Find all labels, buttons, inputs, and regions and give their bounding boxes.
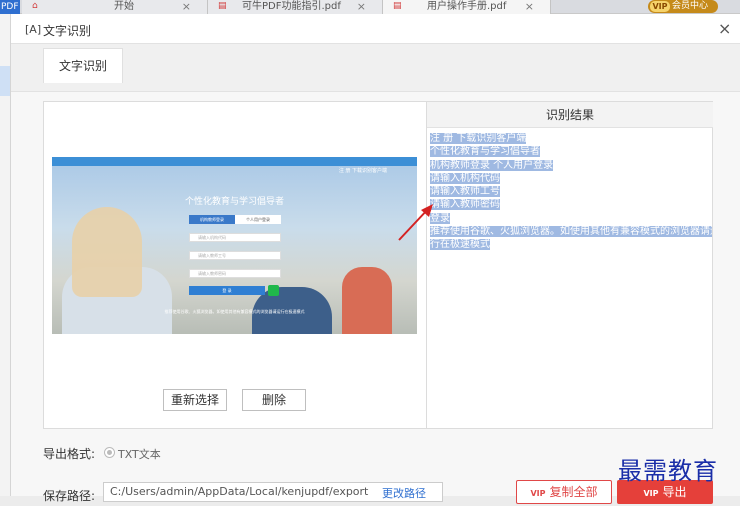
tab-guide-pdf[interactable]: ▤ 可牛PDF功能指引.pdf × <box>208 0 383 14</box>
export-format-value: TXT文本 <box>118 448 161 461</box>
close-icon[interactable]: × <box>525 0 534 13</box>
sidebar-selection <box>0 66 10 96</box>
result-line: 个性化教育与学习倡导者 <box>430 146 540 158</box>
preview-figure <box>72 207 142 297</box>
tab-manual-pdf[interactable]: ▤ 用户操作手册.pdf × <box>383 0 551 14</box>
result-line: 请输入机构代码 <box>430 172 500 184</box>
preview-top-bar <box>52 157 417 166</box>
result-line: 推荐使用谷歌、火狐浏览器。如使用其他有兼容模式的浏览器请运 <box>430 225 712 238</box>
preview-title: 个性化教育与学习倡导者 <box>184 197 284 207</box>
app-badge: PDF <box>0 0 20 14</box>
result-area: 识别结果 注 册 下载识别客户端 个性化教育与学习倡导者 机构教师登录 个人用户… <box>426 102 713 428</box>
export-format-label: 导出格式: <box>43 447 96 461</box>
preview-topnav: 注 册 下载识别客户端 <box>338 168 387 174</box>
copy-all-button[interactable]: VIP 复制全部 <box>516 480 612 504</box>
result-line: 请输入教师密码 <box>430 199 500 211</box>
preview-input-password: 请输入教师密码 <box>189 269 281 278</box>
vip-icon: VIP <box>530 489 546 498</box>
dialog-title-bar: [A] 文字识别 × <box>11 14 740 44</box>
annotation-arrow <box>398 204 433 241</box>
result-line: 请输入教师工号 <box>430 186 500 198</box>
dialog-title: 文字识别 <box>43 24 92 38</box>
close-icon[interactable]: × <box>718 19 731 38</box>
change-path-link[interactable]: 更改路径 <box>382 485 426 501</box>
dialog-tab-strip: 文字识别 <box>11 44 740 92</box>
preview-figure <box>342 267 392 334</box>
preview-login-form: 机构教师登录 个人用户登录 请输入机构代码 请输入教师工号 请输入教师密码 登 … <box>189 215 281 297</box>
delete-button[interactable]: 删除 <box>242 389 306 411</box>
vip-icon: VIP <box>650 1 670 12</box>
result-line: 机构教师登录 个人用户登录 <box>430 159 554 171</box>
image-preview-area: 注 册 下载识别客户端 个性化教育与学习倡导者 机构教师登录 个人用户登录 请输… <box>44 102 426 428</box>
pdf-file-icon: ▤ <box>393 1 402 11</box>
export-label: 导出 <box>662 485 687 499</box>
preview-input-org: 请输入机构代码 <box>189 233 281 242</box>
watermark: 最需教育 <box>618 457 718 485</box>
ocr-panel: 注 册 下载识别客户端 个性化教育与学习倡导者 机构教师登录 个人用户登录 请输… <box>43 101 713 429</box>
reselect-button[interactable]: 重新选择 <box>163 389 227 411</box>
member-center-label: 会员中心 <box>672 1 709 11</box>
tab-label: 开始 <box>114 1 134 12</box>
txt-radio[interactable] <box>104 447 115 458</box>
left-sidebar-strip <box>0 14 10 496</box>
home-icon: ⌂ <box>32 1 38 11</box>
preview-login-button: 登 录 <box>189 286 265 295</box>
text-recognition-icon: [A] <box>25 23 42 36</box>
tab-label: 用户操作手册.pdf <box>427 1 507 12</box>
source-image: 注 册 下载识别客户端 个性化教育与学习倡导者 机构教师登录 个人用户登录 请输… <box>52 157 417 334</box>
result-header: 识别结果 <box>427 102 713 128</box>
copy-all-label: 复制全部 <box>549 485 598 499</box>
tab-label: 可牛PDF功能指引.pdf <box>242 1 341 12</box>
result-line: 行在极速模式 <box>430 239 490 251</box>
wechat-icon <box>268 285 279 296</box>
preview-tab-teacher: 机构教师登录 <box>189 215 235 224</box>
close-icon[interactable]: × <box>182 0 191 13</box>
preview-input-id: 请输入教师工号 <box>189 251 281 260</box>
close-icon[interactable]: × <box>357 0 366 13</box>
result-line: 注 册 下载识别客户端 <box>430 133 527 144</box>
preview-footer: 推荐使用谷歌、火狐浏览器。如使用其他有兼容模式的浏览器请运行在极速模式 <box>164 309 305 314</box>
vip-icon: VIP <box>643 489 659 498</box>
tab-start[interactable]: ⌂ 开始 × <box>22 0 208 14</box>
browser-tab-bar: PDF ⌂ 开始 × ▤ 可牛PDF功能指引.pdf × ▤ 用户操作手册.pd… <box>0 0 740 14</box>
pdf-file-icon: ▤ <box>218 1 227 11</box>
member-center-button[interactable]: VIP 会员中心 <box>648 0 718 13</box>
result-text[interactable]: 注 册 下载识别客户端 个性化教育与学习倡导者 机构教师登录 个人用户登录 请输… <box>430 132 712 422</box>
tab-text-recognition[interactable]: 文字识别 <box>43 48 123 83</box>
result-line: 登录 <box>430 212 450 224</box>
preview-tab-personal: 个人用户登录 <box>235 215 281 224</box>
